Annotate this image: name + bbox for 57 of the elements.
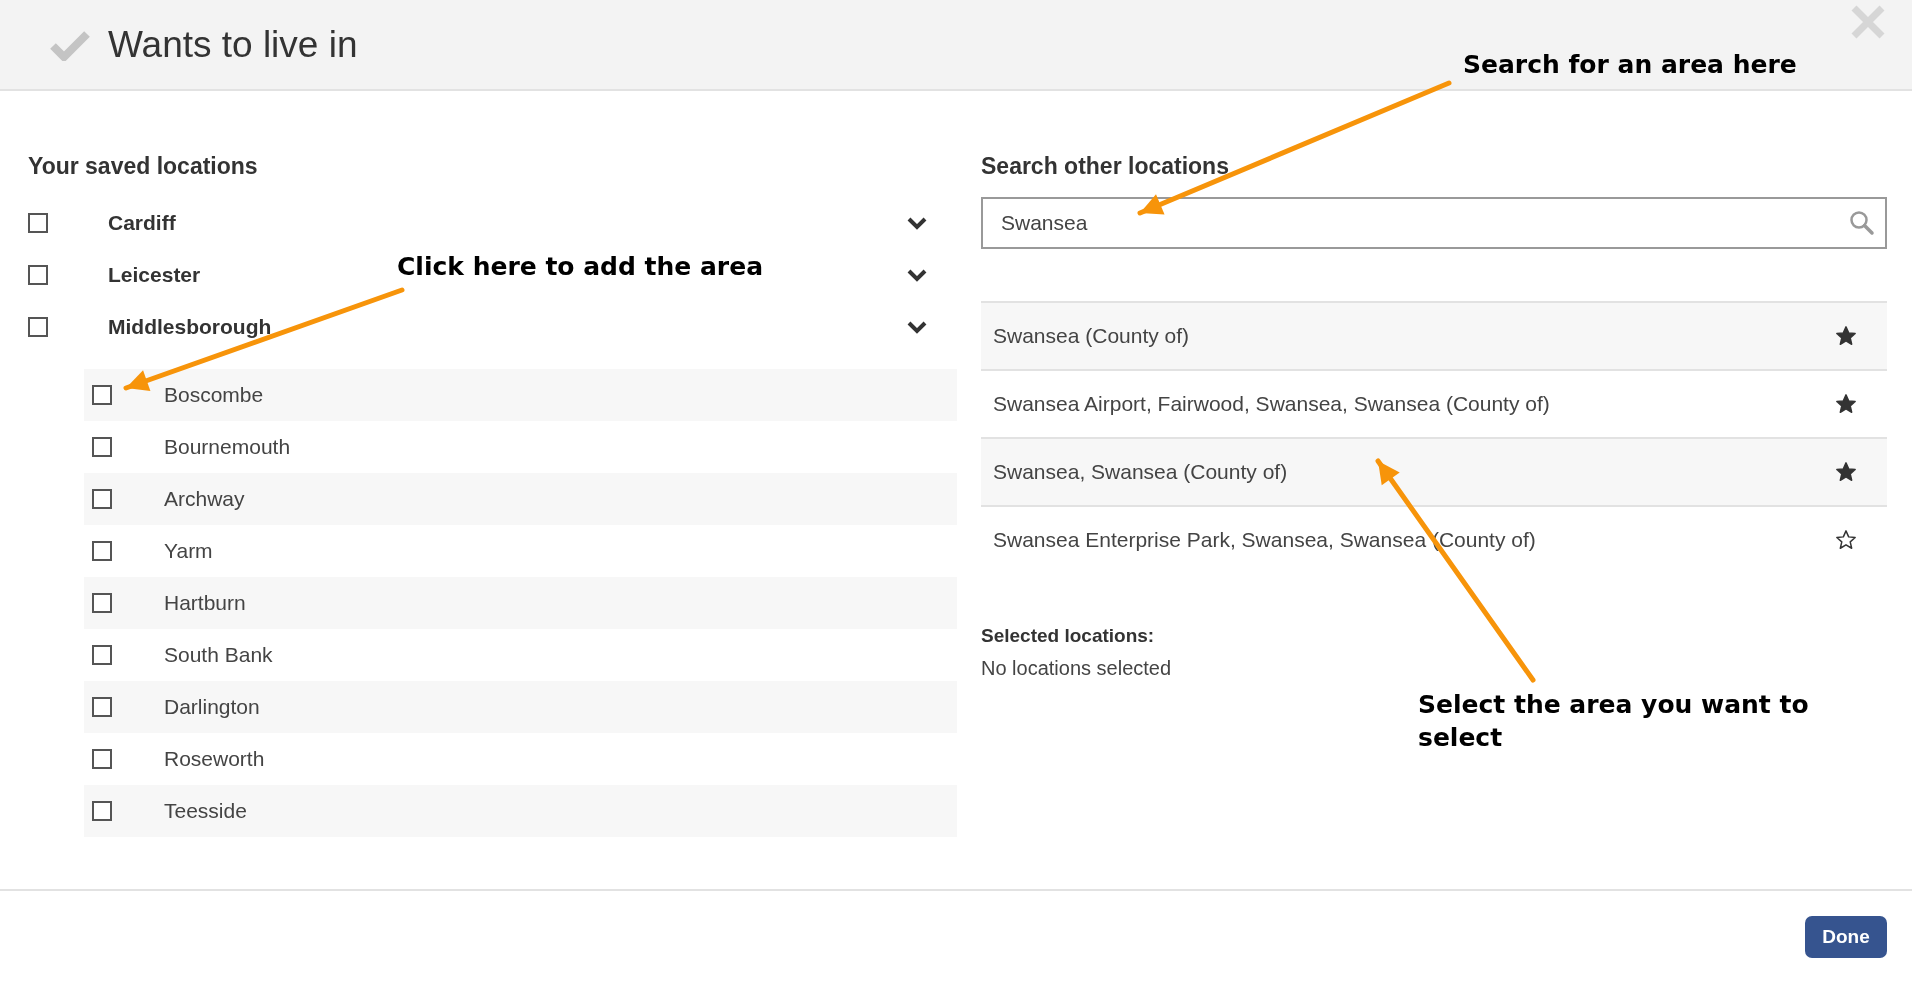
list-row[interactable]: South Bank [84,629,957,681]
section-heading: Search other locations [981,152,1230,181]
location-name[interactable]: Cardiff [108,211,176,235]
location-name: Swansea Airport, Fairwood, Swansea, Swansea (County of) [993,392,1550,416]
star-outline-icon[interactable] [1835,529,1857,551]
checkbox[interactable] [92,541,112,561]
location-name: Boscombe [164,383,264,407]
list-row[interactable]: Archway [84,473,957,525]
chevron-down-icon[interactable] [907,216,927,230]
list-row[interactable]: Yarm [84,525,957,577]
list-row[interactable]: Hartburn [84,577,957,629]
star-filled-icon[interactable] [1835,393,1857,415]
checkbox[interactable] [92,697,112,717]
location-name[interactable]: Leicester [108,263,201,287]
checkbox[interactable] [92,749,112,769]
location-name: Roseworth [164,747,265,771]
empty-message: No locations selected [981,657,1173,680]
checkmark-icon [50,28,90,61]
location-name: Darlington [164,695,260,719]
location-name: South Bank [164,643,273,667]
checkbox[interactable] [92,593,112,613]
chevron-down-icon[interactable] [907,268,927,282]
list-row[interactable]: Bournemouth [84,421,957,473]
list-row[interactable]: Roseworth [84,733,957,785]
checkbox[interactable] [28,265,48,285]
list-row[interactable]: Teesside [84,785,957,837]
result-row[interactable]: Swansea (County of) [981,303,1887,371]
chevron-down-icon[interactable] [907,320,927,334]
result-row[interactable]: Swansea, Swansea (County of) [981,439,1887,507]
done-button[interactable]: Done [1805,916,1887,958]
selected-heading: Selected locations: [981,625,1156,647]
checkbox[interactable] [92,645,112,665]
checkbox[interactable] [92,489,112,509]
checkbox[interactable] [28,317,48,337]
checkbox[interactable] [92,801,112,821]
location-name: Swansea (County of) [993,324,1190,348]
checkbox[interactable] [92,385,112,405]
checkbox[interactable] [92,437,112,457]
list-row[interactable]: Boscombe [84,369,957,421]
location-name[interactable]: Middlesborough [108,315,272,339]
annotation-text: Search for an area here [1463,49,1798,81]
section-heading: Your saved locations [28,152,259,181]
location-name: Swansea, Swansea (County of) [993,460,1288,484]
location-name: Bournemouth [164,435,291,459]
dialog-title: Wants to live in [108,23,358,66]
location-name: Hartburn [164,591,246,615]
annotation-text: Select the area you want to select [1418,689,1810,754]
star-filled-icon[interactable] [1835,461,1857,483]
location-name: Yarm [164,539,213,563]
search-icon[interactable] [1849,210,1875,236]
search-field[interactable]: Swansea [981,197,1887,249]
annotation-text: Click here to add the area [397,251,764,283]
star-filled-icon[interactable] [1835,325,1857,347]
location-name: Teesside [164,799,247,823]
location-name: Archway [164,487,245,511]
checkbox[interactable] [28,213,48,233]
list-row[interactable]: Darlington [84,681,957,733]
